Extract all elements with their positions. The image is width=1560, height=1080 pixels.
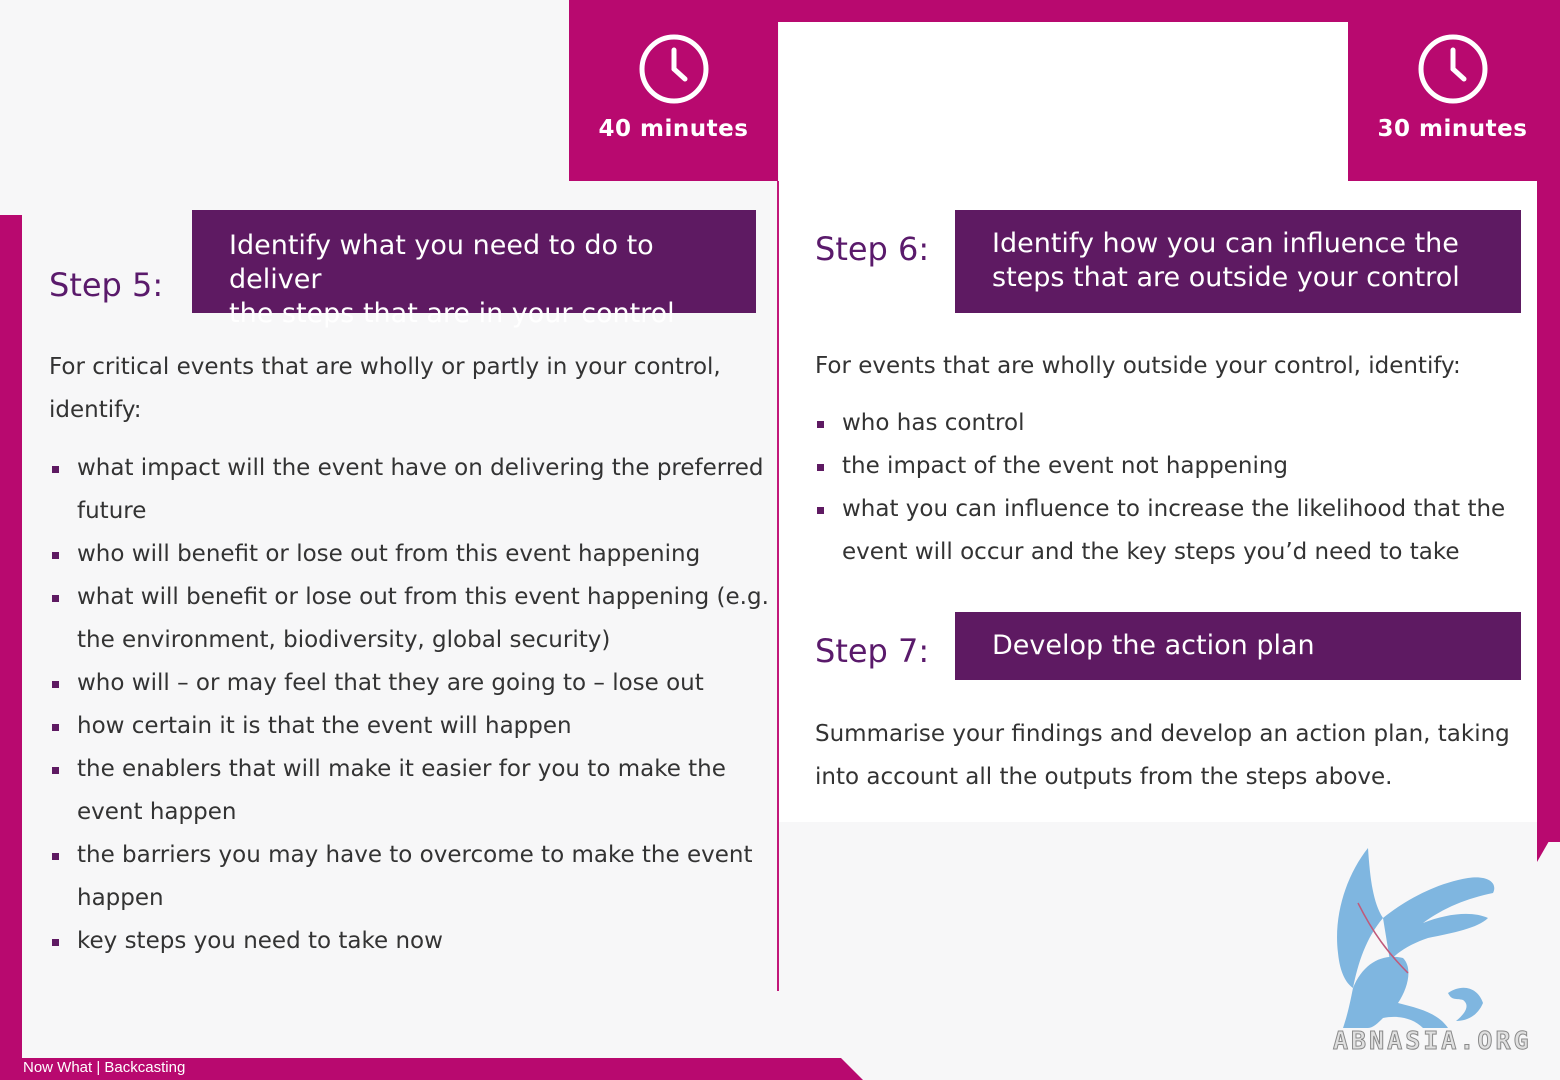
step-6-banner: Identify how you can influence the steps… [955,210,1521,313]
list-item: who has control [815,402,1515,445]
list-item: who will benefit or lose out from this e… [50,533,770,576]
step-6-banner-line: Identify how you can influence the [992,228,1459,259]
step-5-intro: For critical events that are wholly or p… [49,346,721,432]
list-item: who will – or may feel that they are goi… [50,662,770,705]
step-5-banner-line: the steps that are in your control [229,298,675,329]
clock-icon [1418,34,1488,104]
right-frame-corner [1537,822,1560,862]
step-7-body: Summarise your findings and develop an a… [815,713,1510,799]
list-item: the impact of the event not happening [815,445,1515,488]
left-frame-edge [0,215,22,1058]
timer-label: 30 minutes [1377,116,1528,142]
step-6-bullet-list: who has control the impact of the event … [815,402,1515,574]
timer-40-minutes: 40 minutes [569,0,778,181]
footer-band-corner [841,1058,863,1080]
list-item: how certain it is that the event will ha… [50,705,770,748]
list-item: key steps you need to take now [50,920,770,963]
intro-line: identify: [49,397,142,423]
step-6-intro: For events that are wholly outside your … [815,353,1461,379]
list-item: the barriers you may have to overcome to… [50,834,770,920]
clock-icon [639,34,709,104]
step-5-banner-line: Identify what you need to do to deliver [229,230,654,295]
timer-30-minutes: 30 minutes [1348,0,1557,181]
logo-wordmark: ABNASIA.ORG [1333,1026,1532,1056]
intro-line: For critical events that are wholly or p… [49,354,721,380]
body-line: Summarise your findings and develop an a… [815,721,1510,747]
step-5-label: Step 5: [49,266,164,304]
body-line: into account all the outputs from the st… [815,764,1393,790]
list-item: what will benefit or lose out from this … [50,576,770,662]
step-7-label: Step 7: [815,632,930,670]
list-item: the enablers that will make it easier fo… [50,748,770,834]
step-6-banner-line: steps that are outside your control [992,262,1460,293]
footer-text: Now What | Backcasting [23,1059,186,1076]
step-7-banner: Develop the action plan [955,612,1521,680]
step-5-banner: Identify what you need to do to deliver … [192,210,756,329]
griffin-logo-icon [1337,848,1495,1028]
timer-label: 40 minutes [598,116,749,142]
step-6-label: Step 6: [815,230,930,268]
list-item: what impact will the event have on deliv… [50,447,770,533]
column-divider [777,181,779,991]
step-5-bullet-list: what impact will the event have on deliv… [50,447,770,963]
list-item: what you can influence to increase the l… [815,488,1515,574]
